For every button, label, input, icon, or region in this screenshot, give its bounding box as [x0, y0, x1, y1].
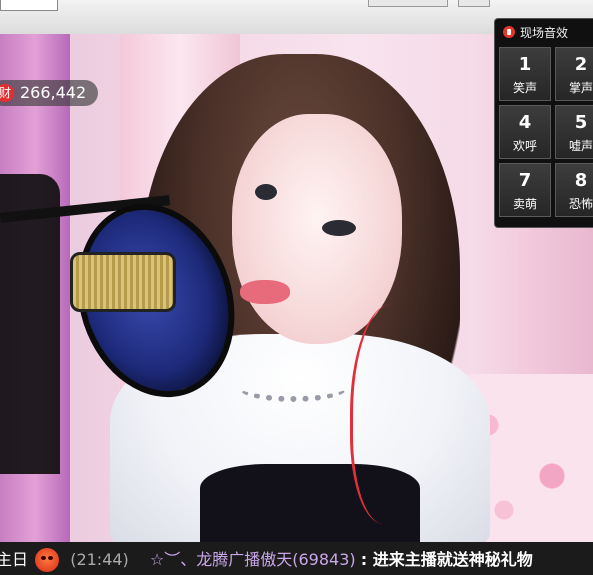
- sound-effect-label: 嘘声: [568, 139, 593, 153]
- sound-effect-button[interactable]: 8 恐怖: [555, 163, 593, 217]
- sound-icon: [503, 26, 515, 38]
- sound-effect-number: 8: [574, 170, 588, 191]
- sound-effect-label: 欢呼: [512, 139, 537, 153]
- top-tab[interactable]: [458, 0, 490, 7]
- sound-panel-header[interactable]: 现场音效: [503, 23, 568, 41]
- sound-effect-number: 4: [518, 112, 532, 133]
- gift-count: 266,442: [20, 83, 87, 102]
- sound-effects-panel: 现场音效 1 笑声 2 掌声 4 欢呼 5 嘘声 7 卖萌 8 恐怖: [494, 18, 593, 228]
- sound-effect-button[interactable]: 5 嘘声: [555, 105, 593, 159]
- sound-effect-button[interactable]: 7 卖萌: [499, 163, 551, 217]
- necklace: [238, 372, 348, 402]
- top-tab[interactable]: [368, 0, 448, 7]
- marquee-username[interactable]: ☆︶、龙腾广播傲天(69843): [150, 543, 356, 575]
- sound-effect-button[interactable]: 2 掌声: [555, 47, 593, 101]
- sound-effect-label: 卖萌: [512, 197, 537, 211]
- marquee-prefix: 主日: [0, 550, 29, 569]
- marquee-message: : 进来主播就送神秘礼物: [360, 550, 533, 569]
- marquee-time: (21:44): [70, 550, 129, 569]
- sound-effect-number: 1: [518, 54, 532, 75]
- streamer-eye: [255, 184, 277, 200]
- streamer-lips: [240, 280, 290, 304]
- sound-effect-number: 2: [574, 54, 588, 75]
- sound-effect-number: 7: [518, 170, 532, 191]
- gift-counter: 财 266,442: [0, 80, 99, 106]
- microphone: [70, 252, 176, 312]
- sound-effect-label: 掌声: [568, 81, 593, 95]
- sound-effect-label: 恐怖: [568, 197, 593, 211]
- angry-face-icon: [35, 547, 60, 572]
- sound-panel-title: 现场音效: [520, 25, 569, 40]
- chat-marquee: 主日 (21:44) ☆︶、龙腾广播傲天(69843) : 进来主播就送神秘礼物: [0, 542, 593, 575]
- gift-icon: 财: [0, 84, 14, 102]
- sound-effect-label: 笑声: [512, 81, 537, 95]
- streamer-eye: [322, 220, 356, 236]
- top-tab[interactable]: [0, 0, 58, 11]
- sound-effect-grid: 1 笑声 2 掌声 4 欢呼 5 嘘声 7 卖萌 8 恐怖: [499, 47, 593, 217]
- earphone-cable: [350, 304, 433, 524]
- sound-effect-button[interactable]: 1 笑声: [499, 47, 551, 101]
- sound-effect-number: 5: [574, 112, 588, 133]
- sound-effect-button[interactable]: 4 欢呼: [499, 105, 551, 159]
